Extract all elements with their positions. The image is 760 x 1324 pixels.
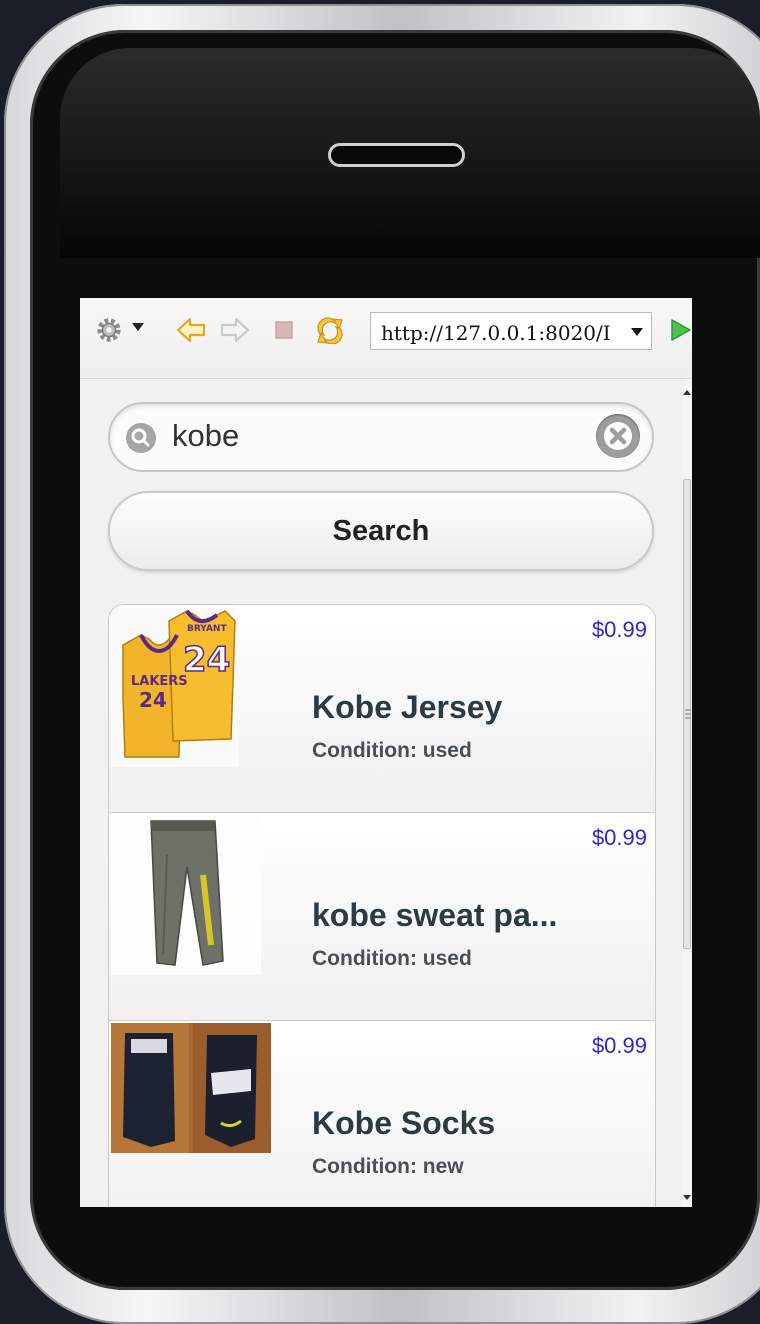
item-title: Kobe Socks xyxy=(312,1105,496,1141)
clear-search-icon[interactable] xyxy=(596,414,640,458)
list-item[interactable]: LAKERS 24 BRYANT 24 $0.99 Kobe Jersey Co… xyxy=(109,605,655,813)
item-title: Kobe Jersey xyxy=(312,689,503,725)
results-list: LAKERS 24 BRYANT 24 $0.99 Kobe Jersey Co… xyxy=(108,604,656,1207)
refresh-icon[interactable] xyxy=(314,316,346,344)
scroll-up-icon[interactable] xyxy=(682,387,692,399)
phone-screen: http://127.0.0.1:8020/I kobe Search LAKE… xyxy=(80,298,692,1207)
address-bar[interactable]: http://127.0.0.1:8020/I xyxy=(370,312,652,350)
item-price: $0.99 xyxy=(591,1033,647,1058)
go-icon[interactable] xyxy=(670,318,692,342)
svg-text:BRYANT: BRYANT xyxy=(187,624,227,634)
search-input[interactable]: kobe xyxy=(172,418,239,454)
back-arrow-icon[interactable] xyxy=(176,316,206,344)
url-dropdown-icon[interactable] xyxy=(631,328,643,336)
svg-text:24: 24 xyxy=(139,688,167,712)
gear-icon[interactable] xyxy=(94,316,124,344)
url-text: http://127.0.0.1:8020/I xyxy=(381,321,611,345)
item-price: $0.99 xyxy=(591,825,647,850)
browser-toolbar: http://127.0.0.1:8020/I xyxy=(80,298,692,379)
grip-icon xyxy=(685,709,691,719)
yellow-lakers-jersey-image: LAKERS 24 BRYANT 24 xyxy=(111,607,239,767)
list-item[interactable]: $0.99 kobe sweat pa... Condition: used xyxy=(109,813,655,1021)
chevron-down-icon[interactable] xyxy=(132,323,144,331)
scroll-down-icon[interactable] xyxy=(682,1191,692,1203)
stop-icon[interactable] xyxy=(270,316,298,344)
scroll-thumb[interactable] xyxy=(683,479,691,949)
svg-text:LAKERS: LAKERS xyxy=(131,674,188,689)
search-icon xyxy=(126,423,156,453)
page-content: kobe Search LAKERS 24 BRYANT 24 $0.99 Ko… xyxy=(80,379,682,1207)
forward-arrow-icon[interactable] xyxy=(220,316,250,344)
list-item[interactable]: $0.99 Kobe Socks Condition: new xyxy=(109,1021,655,1207)
search-button[interactable]: Search xyxy=(108,491,654,571)
item-condition: Condition: used xyxy=(312,947,472,970)
scrollbar[interactable] xyxy=(682,379,692,1207)
search-field[interactable]: kobe xyxy=(108,402,654,472)
item-condition: Condition: new xyxy=(312,1155,464,1178)
black-socks-image xyxy=(111,1023,271,1153)
grey-sweat-pants-image xyxy=(111,815,261,975)
item-condition: Condition: used xyxy=(312,739,472,762)
item-price: $0.99 xyxy=(591,617,647,642)
svg-text:24: 24 xyxy=(183,640,230,680)
item-title: kobe sweat pa... xyxy=(312,897,558,933)
phone-speaker xyxy=(328,143,465,167)
